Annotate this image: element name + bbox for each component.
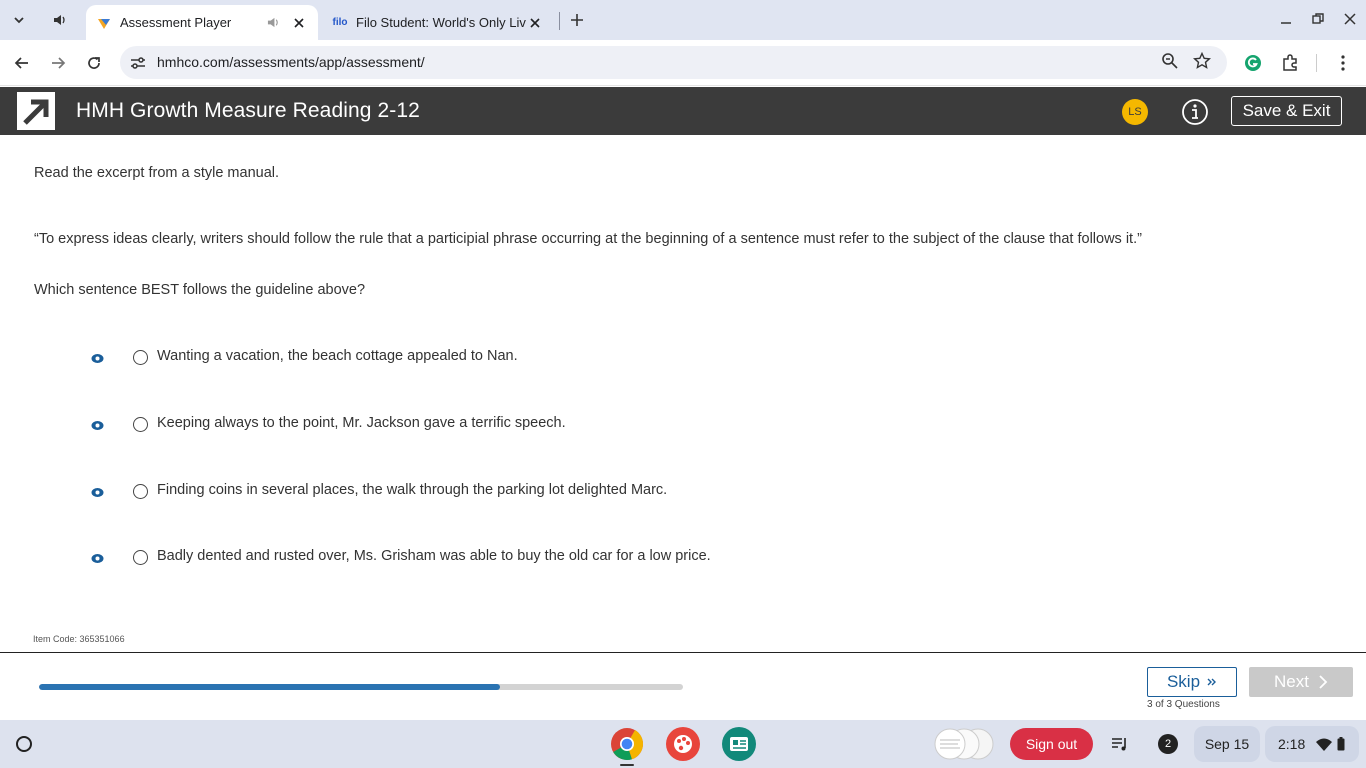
- hmh-favicon-icon: [96, 15, 112, 31]
- item-code: Item Code: 365351066: [33, 634, 125, 644]
- screen: Assessment Player filo Filo Student: Wor…: [0, 0, 1366, 768]
- tab-filo-student[interactable]: filo Filo Student: World's Only Live: [322, 5, 554, 40]
- media-controls-icon[interactable]: [1108, 732, 1132, 756]
- filo-favicon-icon: filo: [332, 17, 348, 28]
- tab-playing-audio-icon: [267, 16, 280, 29]
- hmh-logo-icon: [17, 92, 55, 130]
- question-excerpt: “To express ideas clearly, writers shoul…: [34, 231, 1142, 247]
- tab-separator: [559, 12, 560, 30]
- grammarly-extension-icon[interactable]: [1240, 50, 1266, 76]
- forward-icon[interactable]: [45, 50, 71, 76]
- tab-close-icon[interactable]: [526, 14, 544, 32]
- answer-radio[interactable]: [133, 417, 148, 432]
- answer-radio[interactable]: [133, 350, 148, 365]
- tab-audio-icon[interactable]: [47, 7, 73, 33]
- answer-text[interactable]: Badly dented and rusted over, Ms. Grisha…: [157, 548, 711, 564]
- progress-fill: [39, 684, 501, 690]
- answer-text[interactable]: Wanting a vacation, the beach cottage ap…: [157, 348, 518, 364]
- url-text: hmhco.com/assessments/app/assessment/: [157, 54, 425, 70]
- tab-title: Filo Student: World's Only Live: [356, 15, 526, 30]
- question-prompt: Which sentence BEST follows the guidelin…: [34, 282, 366, 298]
- skip-label: Skip: [1166, 672, 1201, 691]
- footer-divider: [0, 652, 1366, 653]
- restore-icon[interactable]: [1307, 8, 1329, 30]
- save-exit-button[interactable]: Save & Exit: [1231, 96, 1342, 126]
- user-avatar[interactable]: LS: [1122, 99, 1148, 125]
- assessment-title: HMH Growth Measure Reading 2-12: [76, 99, 420, 122]
- answer-text[interactable]: Finding coins in several places, the wal…: [157, 482, 667, 498]
- next-label: Next: [1274, 672, 1309, 691]
- classroom-app-icon[interactable]: [722, 727, 756, 761]
- next-button[interactable]: Next: [1249, 667, 1353, 697]
- holding-space-thumbnails[interactable]: [932, 728, 1000, 760]
- canvas-paint-app-icon[interactable]: [666, 727, 700, 761]
- clock-time: 2:18: [1278, 736, 1306, 752]
- chrome-app-icon[interactable]: [610, 727, 644, 761]
- double-chevron-right-icon: [1207, 677, 1217, 687]
- answer-option[interactable]: Keeping always to the point, Mr. Jackson…: [0, 409, 1366, 439]
- question-count: 3 of 3 Questions: [1147, 699, 1220, 710]
- menu-kebab-icon[interactable]: [1330, 50, 1356, 76]
- eye-answer-masking-icon[interactable]: [91, 418, 104, 430]
- extensions-puzzle-icon[interactable]: [1277, 50, 1303, 76]
- site-settings-icon[interactable]: [128, 53, 148, 73]
- question-intro: Read the excerpt from a style manual.: [34, 165, 280, 181]
- answer-text[interactable]: Keeping always to the point, Mr. Jackson…: [157, 415, 566, 431]
- notification-badge[interactable]: 2: [1158, 734, 1178, 754]
- chevron-right-icon: [1319, 675, 1328, 689]
- running-app-indicator: [620, 764, 634, 766]
- os-shelf: Sign out 2 Sep 15 2:18: [0, 720, 1366, 768]
- launcher-icon[interactable]: [16, 736, 32, 752]
- tab-search-chevron-icon[interactable]: [6, 7, 32, 33]
- tab-close-icon[interactable]: [290, 14, 308, 32]
- answer-radio[interactable]: [133, 550, 148, 565]
- app-header: HMH Growth Measure Reading 2-12 LS Save …: [0, 87, 1366, 135]
- tab-title: Assessment Player: [120, 15, 232, 30]
- battery-icon: [1337, 737, 1345, 751]
- answer-option[interactable]: Finding coins in several places, the wal…: [0, 476, 1366, 506]
- sign-out-button[interactable]: Sign out: [1010, 728, 1093, 760]
- skip-button[interactable]: Skip: [1147, 667, 1237, 697]
- tab-assessment-player[interactable]: Assessment Player: [86, 5, 318, 40]
- bookmark-star-icon[interactable]: [1192, 51, 1212, 75]
- zoom-icon[interactable]: [1161, 52, 1179, 75]
- toolbar-separator: [1316, 54, 1317, 72]
- minimize-icon[interactable]: [1275, 8, 1297, 30]
- new-tab-icon[interactable]: [566, 9, 588, 31]
- back-icon[interactable]: [9, 50, 35, 76]
- answer-option[interactable]: Wanting a vacation, the beach cottage ap…: [0, 342, 1366, 372]
- status-area[interactable]: 2:18: [1265, 726, 1359, 762]
- reload-icon[interactable]: [81, 50, 107, 76]
- progress-bar: [39, 684, 683, 690]
- eye-answer-masking-icon[interactable]: [91, 351, 104, 363]
- close-window-icon[interactable]: [1339, 8, 1361, 30]
- answer-radio[interactable]: [133, 484, 148, 499]
- eye-answer-masking-icon[interactable]: [91, 551, 104, 563]
- info-icon[interactable]: [1181, 98, 1209, 126]
- eye-answer-masking-icon[interactable]: [91, 485, 104, 497]
- browser-tab-strip: Assessment Player filo Filo Student: Wor…: [0, 0, 1366, 40]
- date-display[interactable]: Sep 15: [1194, 726, 1260, 762]
- address-bar[interactable]: hmhco.com/assessments/app/assessment/: [120, 46, 1227, 79]
- wifi-icon: [1316, 738, 1333, 751]
- browser-toolbar: hmhco.com/assessments/app/assessment/: [0, 40, 1366, 86]
- answer-option[interactable]: Badly dented and rusted over, Ms. Grisha…: [0, 542, 1366, 572]
